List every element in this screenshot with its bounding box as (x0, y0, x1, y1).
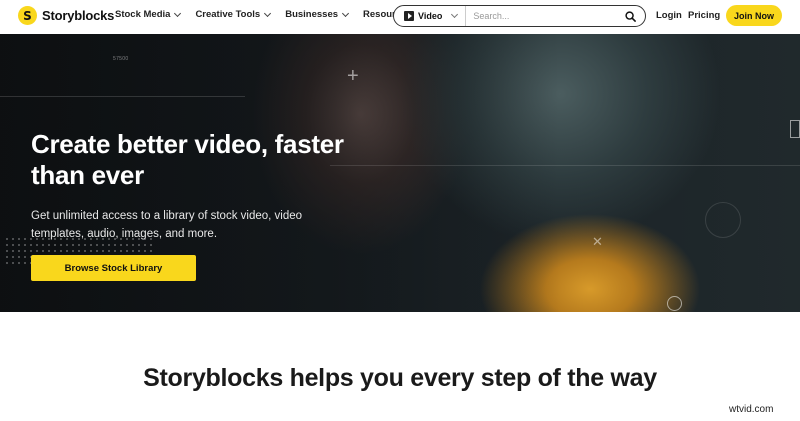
hero-subtitle: Get unlimited access to a library of sto… (31, 210, 303, 240)
close-icon: ✕ (592, 234, 603, 249)
hero-divider (330, 165, 800, 166)
top-navigation: S Storyblocks Stock Media Creative Tools… (0, 0, 800, 32)
media-type-label: Video (418, 11, 443, 21)
menu-item-businesses[interactable]: Businesses (285, 9, 350, 20)
logo-mark-icon: S (18, 6, 37, 25)
hero-counter: 57500 (113, 56, 129, 62)
circle-outline-icon (705, 202, 741, 238)
menu-item-creative-tools[interactable]: Creative Tools (195, 9, 272, 20)
login-link[interactable]: Login (656, 10, 682, 21)
menu-item-label: Stock Media (115, 9, 171, 20)
storyblocks-logo[interactable]: S Storyblocks (18, 6, 114, 25)
hero-banner: 57500 + ✕ Create better video, faster th… (0, 34, 800, 312)
search-bar: Video (393, 5, 646, 27)
video-play-icon (404, 11, 414, 21)
chevron-down-icon (341, 9, 350, 17)
plus-icon: + (347, 65, 359, 87)
section-title: Storyblocks helps you every step of the … (143, 364, 657, 392)
pricing-link[interactable]: Pricing (688, 10, 720, 21)
frame-icon (790, 120, 800, 138)
main-menu: Stock Media Creative Tools Businesses Re… (115, 9, 437, 20)
circle-icon (667, 296, 682, 311)
logo-text: Storyblocks (42, 8, 115, 23)
hero-title: Create better video, faster than ever (31, 129, 344, 190)
media-type-dropdown[interactable]: Video (394, 6, 467, 26)
chevron-down-icon (174, 9, 182, 17)
search-icon[interactable] (621, 7, 639, 25)
hero-divider (0, 96, 245, 97)
chevron-down-icon (264, 9, 272, 17)
search-input[interactable] (466, 11, 621, 21)
menu-item-stock-media[interactable]: Stock Media (115, 9, 182, 20)
join-now-button[interactable]: Join Now (726, 5, 782, 26)
browse-stock-library-button[interactable]: Browse Stock Library (31, 255, 196, 281)
watermark: wtvid.com (729, 404, 774, 415)
menu-item-label: Creative Tools (195, 9, 261, 20)
menu-item-label: Businesses (285, 9, 339, 20)
chevron-down-icon (451, 10, 459, 19)
